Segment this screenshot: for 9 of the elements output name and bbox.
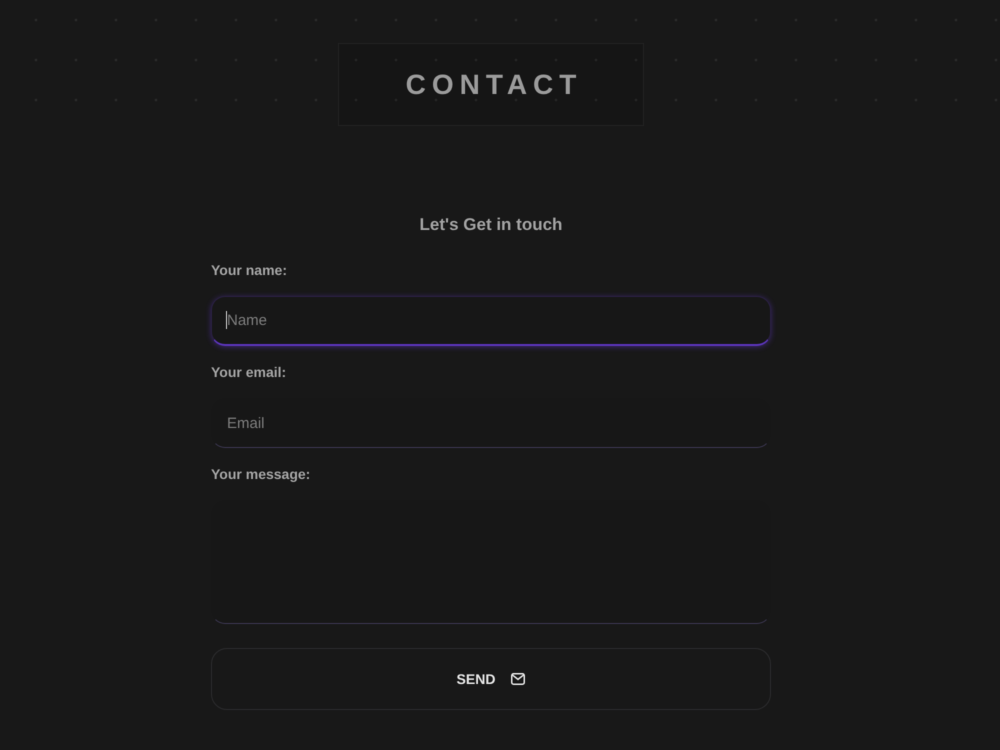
field-label: Your email: — [211, 363, 286, 381]
form-heading: Let's Get in touch — [418, 215, 564, 235]
field-label: Your message: — [211, 465, 310, 483]
page-title: CONTACT — [404, 68, 582, 102]
send-button[interactable]: SEND — [211, 648, 771, 710]
field-label: Your name: — [211, 261, 287, 279]
text-cursor-icon — [226, 311, 227, 329]
input-field[interactable]: Name — [211, 296, 771, 346]
envelope-icon — [511, 673, 526, 685]
